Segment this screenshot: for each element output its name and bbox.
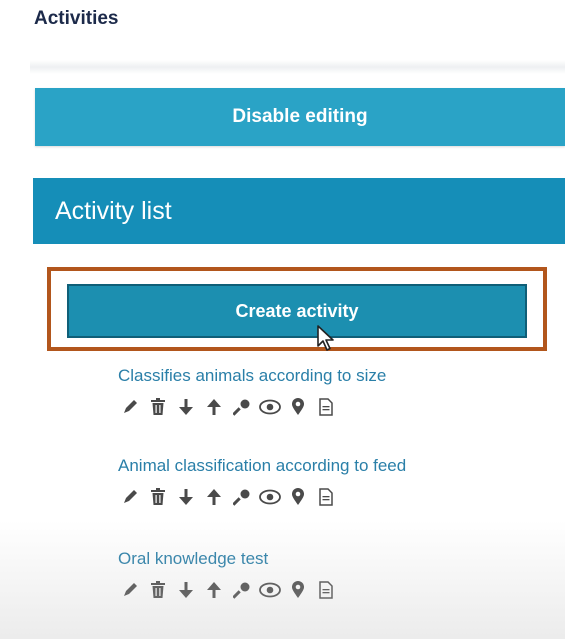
key-icon[interactable] — [230, 396, 254, 418]
move-up-icon[interactable] — [202, 579, 226, 601]
move-down-icon[interactable] — [174, 396, 198, 418]
activity-actions — [118, 396, 386, 418]
eye-icon[interactable] — [258, 396, 282, 418]
edit-icon[interactable] — [118, 486, 142, 508]
move-up-icon[interactable] — [202, 486, 226, 508]
create-activity-button[interactable]: Create activity — [67, 284, 527, 338]
activity-actions — [118, 486, 406, 508]
move-down-icon[interactable] — [174, 486, 198, 508]
disable-editing-button[interactable]: Disable editing — [35, 88, 565, 146]
move-down-icon[interactable] — [174, 579, 198, 601]
edit-icon[interactable] — [118, 396, 142, 418]
activity-link[interactable]: Classifies animals according to size — [118, 366, 386, 386]
key-icon[interactable] — [230, 486, 254, 508]
key-icon[interactable] — [230, 579, 254, 601]
list-item: Animal classification according to feed — [118, 456, 406, 508]
document-icon[interactable] — [314, 396, 338, 418]
document-icon[interactable] — [314, 579, 338, 601]
activity-actions — [118, 579, 342, 601]
trash-icon[interactable] — [146, 579, 170, 601]
map-pin-icon[interactable] — [286, 486, 310, 508]
eye-icon[interactable] — [258, 486, 282, 508]
eye-icon[interactable] — [258, 579, 282, 601]
list-item: Classifies animals according to size — [118, 366, 386, 418]
activity-link[interactable]: Animal classification according to feed — [118, 456, 406, 476]
map-pin-icon[interactable] — [286, 579, 310, 601]
page-title: Activities — [34, 8, 119, 29]
activity-link[interactable]: Oral knowledge test — [118, 549, 342, 569]
activity-list-header: Activity list — [33, 178, 565, 244]
edit-icon[interactable] — [118, 579, 142, 601]
divider — [30, 60, 565, 74]
trash-icon[interactable] — [146, 486, 170, 508]
document-icon[interactable] — [314, 486, 338, 508]
list-item: Oral knowledge test — [118, 549, 342, 601]
mouse-cursor-icon — [317, 325, 334, 351]
move-up-icon[interactable] — [202, 396, 226, 418]
map-pin-icon[interactable] — [286, 396, 310, 418]
trash-icon[interactable] — [146, 396, 170, 418]
